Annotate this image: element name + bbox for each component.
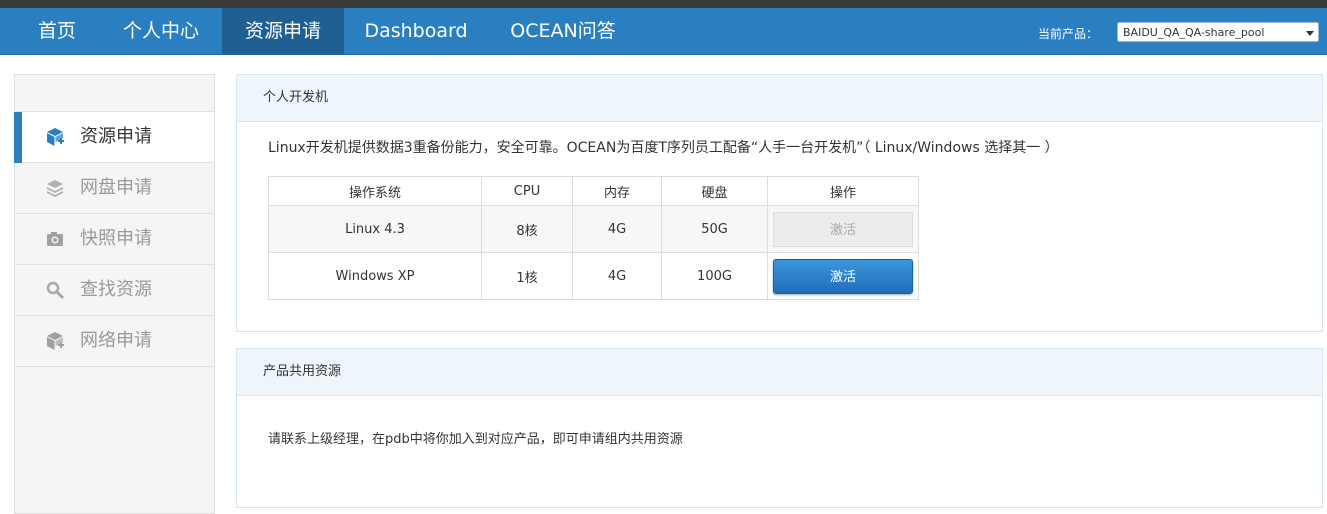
sidebar-item-label: 网盘申请 [80, 177, 152, 198]
table-row: Windows XP 1核 4G 100G 激活 [268, 252, 919, 300]
product-select[interactable]: BAIDU_QA_QA-share_pool [1117, 22, 1319, 42]
sidebar: 资源申请 网盘申请 快照申请 查找资源 网络申请 [14, 74, 215, 514]
sidebar-item-label: 网络申请 [80, 330, 152, 351]
cell-os: Linux 4.3 [268, 205, 482, 253]
layers-icon [47, 180, 63, 197]
network-cube-icon [47, 332, 64, 350]
dev-machine-panel: 个人开发机 Linux开发机提供数据3重备份能力，安全可靠。OCEAN为百度T序… [236, 74, 1323, 332]
sidebar-item-label: 资源申请 [80, 126, 152, 147]
top-navbar: 首页 个人中心 资源申请 Dashboard OCEAN问答 当前产品： BAI… [0, 8, 1327, 55]
nav-resource-apply[interactable]: 资源申请 [222, 8, 344, 54]
nav-personal-center[interactable]: 个人中心 [108, 8, 214, 54]
sidebar-item-resource-apply[interactable]: 资源申请 [14, 112, 214, 163]
panel-title: 个人开发机 [237, 75, 1322, 122]
chevron-down-icon [1306, 31, 1314, 36]
sidebar-header [15, 75, 214, 112]
sidebar-item-label: 快照申请 [80, 228, 152, 249]
column-header-action: 操作 [767, 176, 919, 206]
current-product-label: 当前产品： [1038, 27, 1099, 41]
cell-disk: 100G [661, 252, 768, 300]
dev-machine-table: 操作系统 CPU 内存 硬盘 操作 Linux 4.3 8核 4G 50G 激活… [268, 176, 919, 300]
sidebar-item-find-resource[interactable]: 查找资源 [15, 265, 214, 316]
top-strip [0, 0, 1327, 8]
table-header-row: 操作系统 CPU 内存 硬盘 操作 [268, 176, 919, 206]
panel-title: 产品共用资源 [237, 349, 1322, 396]
activate-button-disabled: 激活 [773, 211, 913, 247]
nav-home[interactable]: 首页 [18, 8, 96, 54]
cell-action: 激活 [767, 205, 919, 253]
sidebar-item-network-apply[interactable]: 网络申请 [15, 316, 214, 367]
search-icon [46, 281, 65, 300]
sidebar-item-disk-apply[interactable]: 网盘申请 [15, 163, 214, 214]
column-header-memory: 内存 [572, 176, 662, 206]
column-header-disk: 硬盘 [661, 176, 768, 206]
dev-machine-description: Linux开发机提供数据3重备份能力，安全可靠。OCEAN为百度T序列员工配备“… [268, 140, 1059, 156]
column-header-os: 操作系统 [268, 176, 482, 206]
sidebar-item-snapshot-apply[interactable]: 快照申请 [15, 214, 214, 265]
camera-icon [47, 232, 63, 246]
cell-os: Windows XP [268, 252, 482, 300]
cell-memory: 4G [572, 252, 662, 300]
column-header-cpu: CPU [481, 176, 573, 206]
cell-cpu: 8核 [481, 205, 573, 253]
product-select-value: BAIDU_QA_QA-share_pool [1123, 26, 1265, 39]
cell-cpu: 1核 [481, 252, 573, 300]
nav-ocean-qa[interactable]: OCEAN问答 [496, 8, 630, 54]
cell-memory: 4G [572, 205, 662, 253]
shared-resource-text: 请联系上级经理，在pdb中将你加入到对应产品，即可申请组内共用资源 [268, 432, 683, 447]
activate-button[interactable]: 激活 [773, 258, 913, 294]
cell-action: 激活 [767, 252, 919, 300]
sidebar-item-label: 查找资源 [80, 279, 152, 300]
nav-dashboard[interactable]: Dashboard [352, 8, 480, 54]
shared-resource-panel: 产品共用资源 请联系上级经理，在pdb中将你加入到对应产品，即可申请组内共用资源 [236, 348, 1323, 508]
cube-add-icon [47, 128, 64, 146]
cell-disk: 50G [661, 205, 768, 253]
table-row: Linux 4.3 8核 4G 50G 激活 [268, 205, 919, 253]
